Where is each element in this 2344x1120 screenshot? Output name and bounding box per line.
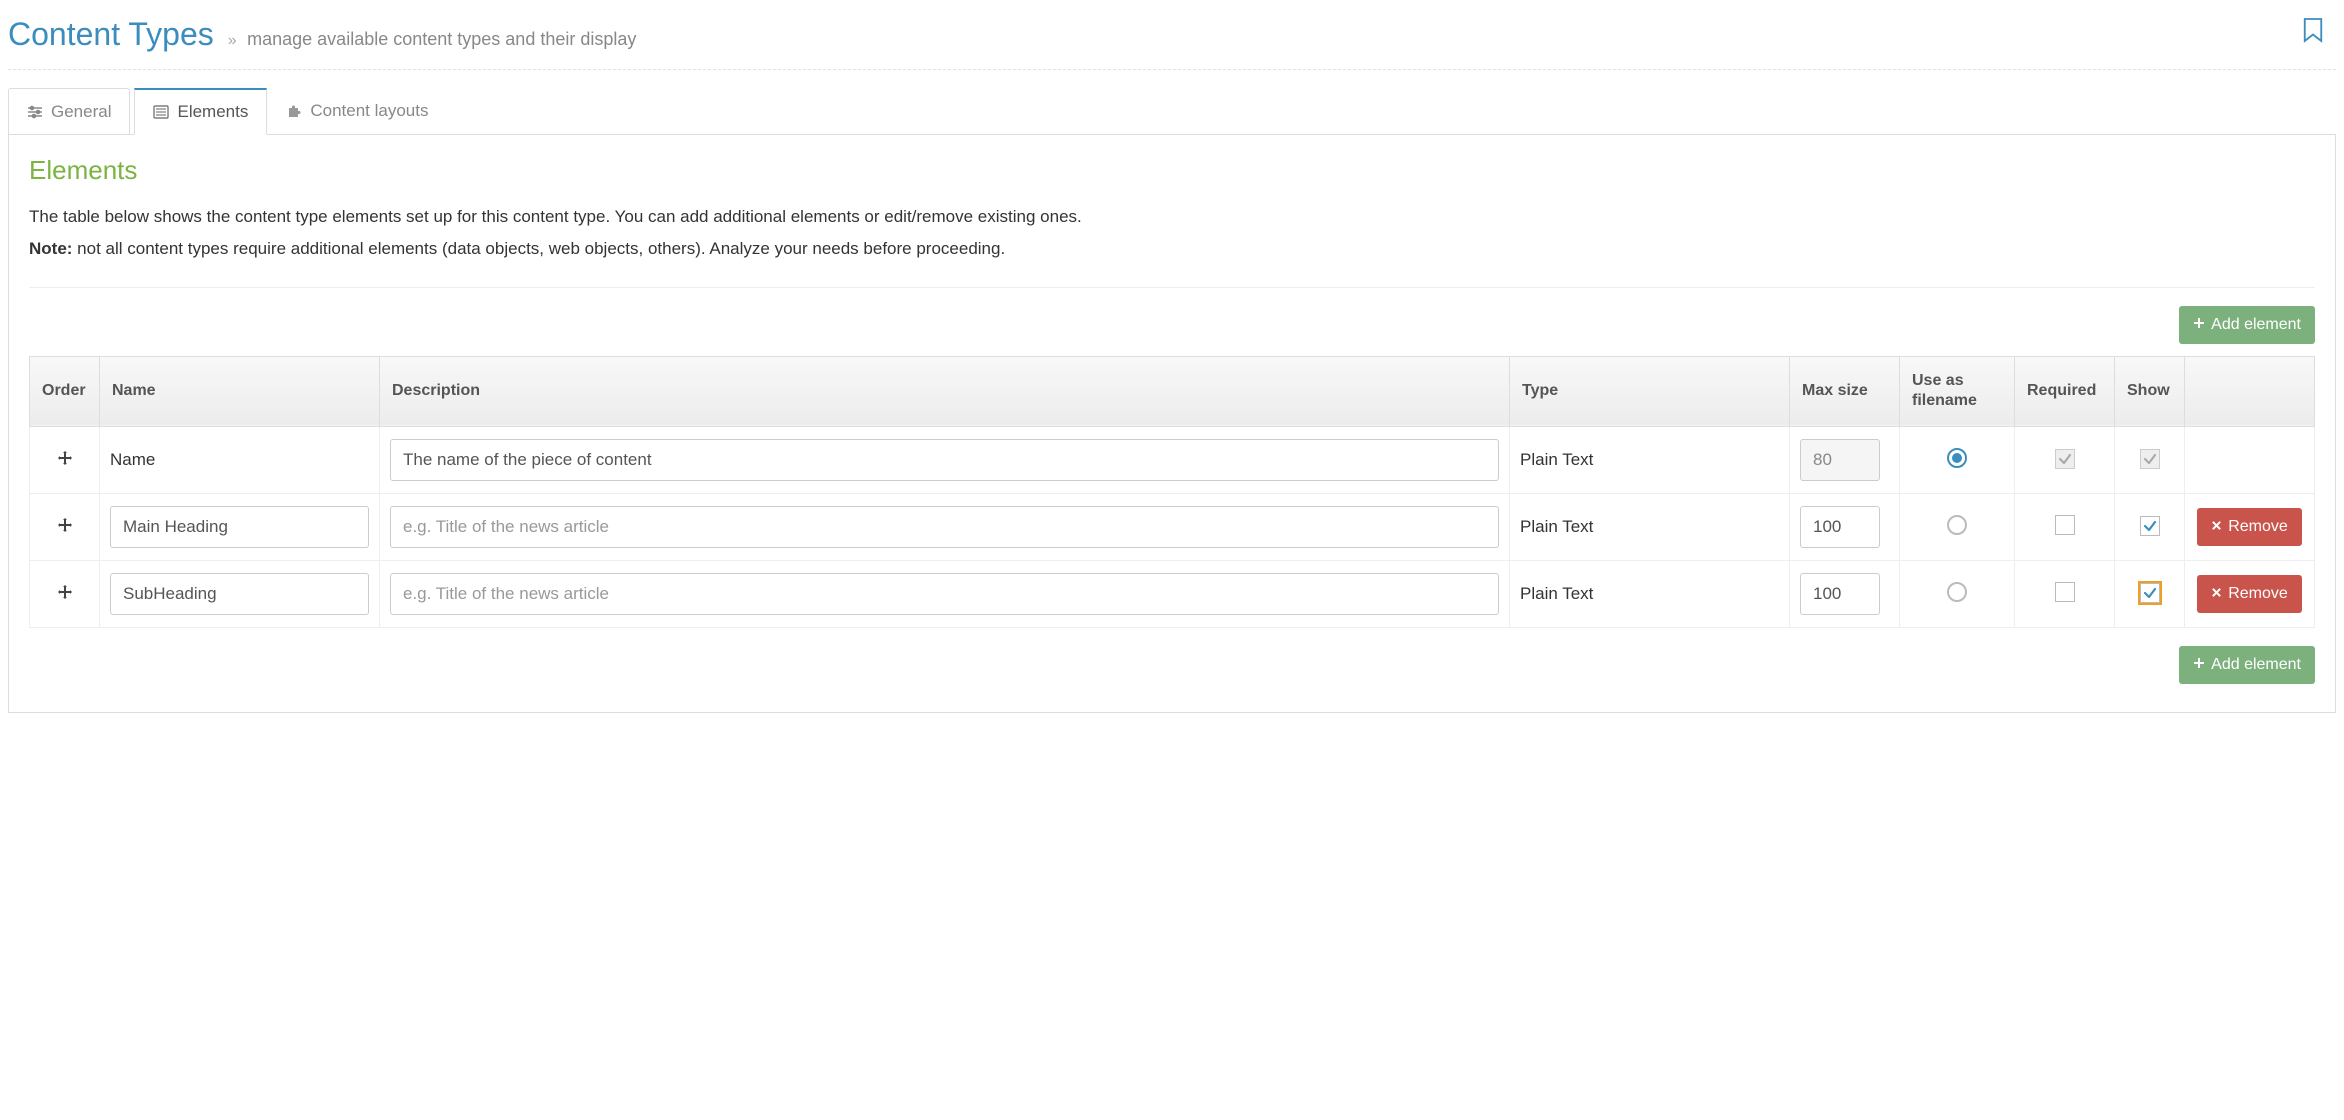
description-input[interactable] <box>390 506 1499 548</box>
puzzle-icon <box>286 103 302 119</box>
bookmark-icon[interactable] <box>2302 16 2324 44</box>
note-label: Note: <box>29 239 72 258</box>
elements-table: Order Name Description Type Max size Use… <box>29 356 2315 629</box>
x-icon <box>2211 585 2222 603</box>
table-row: Plain Text Remove <box>30 494 2315 561</box>
show-checkbox[interactable] <box>2140 583 2160 603</box>
tab-elements[interactable]: Elements <box>134 88 267 135</box>
tab-label: Elements <box>177 102 248 122</box>
name-label: Name <box>110 450 155 469</box>
tab-content-layouts[interactable]: Content layouts <box>267 88 447 134</box>
show-checkbox[interactable] <box>2140 516 2160 536</box>
button-label: Add element <box>2211 656 2301 674</box>
type-cell: Plain Text <box>1510 494 1790 561</box>
show-checkbox <box>2140 449 2160 469</box>
tab-label: General <box>51 102 111 122</box>
use-as-filename-radio[interactable] <box>1947 582 1967 602</box>
max-size-input[interactable] <box>1800 506 1880 548</box>
th-order: Order <box>30 356 100 427</box>
page-subtitle: manage available content types and their… <box>247 29 636 49</box>
table-row: Plain Text Remove <box>30 561 2315 628</box>
th-required: Required <box>2015 356 2115 427</box>
plus-icon <box>2193 656 2205 674</box>
sliders-icon <box>27 104 43 120</box>
tabs: General Elements Content layouts <box>8 88 2336 135</box>
section-title: Elements <box>29 155 2315 186</box>
button-label: Remove <box>2228 518 2288 536</box>
note-text: not all content types require additional… <box>72 239 1005 258</box>
type-cell: Plain Text <box>1510 561 1790 628</box>
th-description: Description <box>380 356 1510 427</box>
required-checkbox <box>2055 449 2075 469</box>
add-element-button[interactable]: Add element <box>2179 646 2315 684</box>
add-element-button[interactable]: Add element <box>2179 306 2315 344</box>
panel-elements: Elements The table below shows the conte… <box>8 135 2336 713</box>
name-input[interactable] <box>110 573 369 615</box>
name-input[interactable] <box>110 506 369 548</box>
th-max-size: Max size <box>1790 356 1900 427</box>
page-title: Content Types <box>8 16 214 53</box>
page-subtitle-wrap: » manage available content types and the… <box>228 29 637 50</box>
th-use-as-filename: Use as filename <box>1900 356 2015 427</box>
max-size-input[interactable] <box>1800 573 1880 615</box>
use-as-filename-radio[interactable] <box>1947 448 1967 468</box>
section-description: The table below shows the content type e… <box>29 204 2315 230</box>
max-size-input <box>1800 439 1880 481</box>
tab-general[interactable]: General <box>8 88 130 134</box>
chevron-right-icon: » <box>228 32 237 49</box>
drag-handle-icon[interactable] <box>40 450 89 466</box>
divider <box>29 287 2315 288</box>
drag-handle-icon[interactable] <box>40 584 89 600</box>
th-name: Name <box>100 356 380 427</box>
th-actions <box>2185 356 2315 427</box>
remove-button[interactable]: Remove <box>2197 508 2302 546</box>
th-show: Show <box>2115 356 2185 427</box>
toolbar-top: Add element <box>29 306 2315 344</box>
drag-handle-icon[interactable] <box>40 517 89 533</box>
required-checkbox[interactable] <box>2055 515 2075 535</box>
description-input[interactable] <box>390 439 1499 481</box>
list-icon <box>153 104 169 120</box>
tab-label: Content layouts <box>310 101 428 121</box>
table-row: Name Plain Text <box>30 427 2315 494</box>
description-input[interactable] <box>390 573 1499 615</box>
type-cell: Plain Text <box>1510 427 1790 494</box>
required-checkbox[interactable] <box>2055 582 2075 602</box>
button-label: Remove <box>2228 585 2288 603</box>
page-header: Content Types » manage available content… <box>8 8 2336 70</box>
remove-button[interactable]: Remove <box>2197 575 2302 613</box>
button-label: Add element <box>2211 316 2301 334</box>
section-note: Note: not all content types require addi… <box>29 236 2315 262</box>
th-type: Type <box>1510 356 1790 427</box>
use-as-filename-radio[interactable] <box>1947 515 1967 535</box>
plus-icon <box>2193 316 2205 334</box>
toolbar-bottom: Add element <box>29 646 2315 684</box>
x-icon <box>2211 518 2222 536</box>
